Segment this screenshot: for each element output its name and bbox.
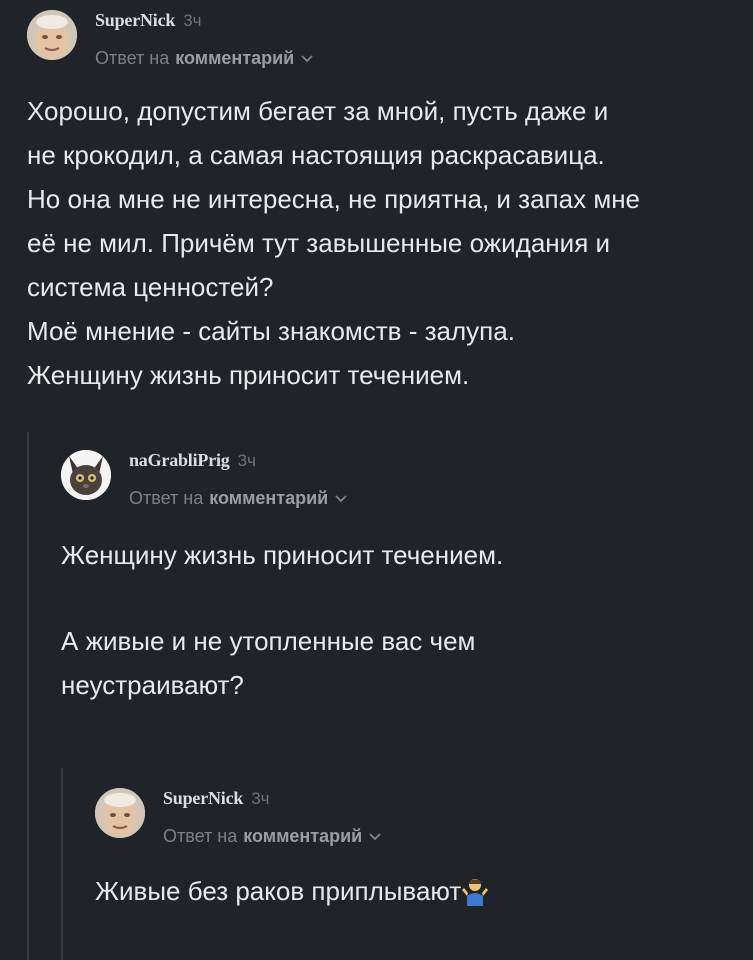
reply-to-link[interactable]: Ответ на комментарий — [95, 48, 314, 69]
reply-target: комментарий — [209, 488, 329, 508]
comment-line: система ценностей? — [27, 272, 274, 302]
comment-time: 3ч — [183, 11, 202, 30]
comment-body: Женщину жизнь приносит течением. А живые… — [61, 533, 741, 707]
avatar[interactable] — [61, 450, 111, 500]
comment-line: Женщину жизнь приносит течением. — [27, 360, 470, 390]
comment-body: Хорошо, допустим бегает за мной, пусть д… — [27, 89, 737, 397]
chevron-down-icon — [369, 832, 381, 840]
reply-to-link[interactable]: Ответ на комментарий — [163, 826, 382, 847]
comment-nagrabliprig: naGrabliPrig 3ч Ответ на комментарий Жен… — [61, 450, 741, 707]
comment-supernick-2: SuperNick 3ч Ответ на комментарий Живые … — [95, 788, 735, 913]
person-shrugging-emoji-icon — [462, 879, 489, 906]
chevron-down-icon — [335, 494, 347, 502]
comment-line: А живые и не утопленные вас чем — [61, 626, 476, 656]
author-name[interactable]: naGrabliPrig — [129, 450, 230, 471]
comment-line: её не мил. Причём тут завышенные ожидани… — [27, 228, 611, 258]
comment-line: Женщину жизнь приносит течением. — [61, 540, 504, 570]
comment-line: Но она мне не интересна, не приятна, и з… — [27, 184, 641, 214]
reply-target: комментарий — [175, 48, 295, 68]
author-name[interactable]: SuperNick — [163, 788, 243, 809]
author-name[interactable]: SuperNick — [95, 10, 175, 31]
thread-line-level-1 — [27, 432, 29, 960]
reply-prefix: Ответ на — [163, 826, 238, 846]
thread-line-level-2 — [61, 768, 63, 960]
comment-line: Моё мнение - сайты знакомств - залупа. — [27, 316, 515, 346]
comment-time: 3ч — [251, 789, 270, 808]
comment-time: 3ч — [237, 451, 256, 470]
reply-prefix: Ответ на — [129, 488, 204, 508]
comment-line: неустраивают? — [61, 670, 244, 700]
comment-line: Хорошо, допустим бегает за мной, пусть д… — [27, 96, 609, 126]
reply-target: комментарий — [243, 826, 363, 846]
avatar[interactable] — [27, 10, 77, 60]
comment-header: SuperNick 3ч Ответ на комментарий — [95, 788, 735, 847]
comment-line: Живые без раков приплывают — [95, 869, 735, 913]
comment-supernick-1: SuperNick 3ч Ответ на комментарий Хорошо… — [27, 10, 737, 397]
comment-line: не крокодил, а самая настоящия раскрасав… — [27, 140, 605, 170]
comment-header: naGrabliPrig 3ч Ответ на комментарий — [61, 450, 741, 509]
avatar[interactable] — [95, 788, 145, 838]
comment-line-text: Живые без раков приплывают — [95, 876, 462, 906]
chevron-down-icon — [301, 54, 313, 62]
comment-header: SuperNick 3ч Ответ на комментарий — [27, 10, 737, 69]
reply-prefix: Ответ на — [95, 48, 170, 68]
reply-to-link[interactable]: Ответ на комментарий — [129, 488, 348, 509]
comment-body: Живые без раков приплывают — [95, 869, 735, 913]
